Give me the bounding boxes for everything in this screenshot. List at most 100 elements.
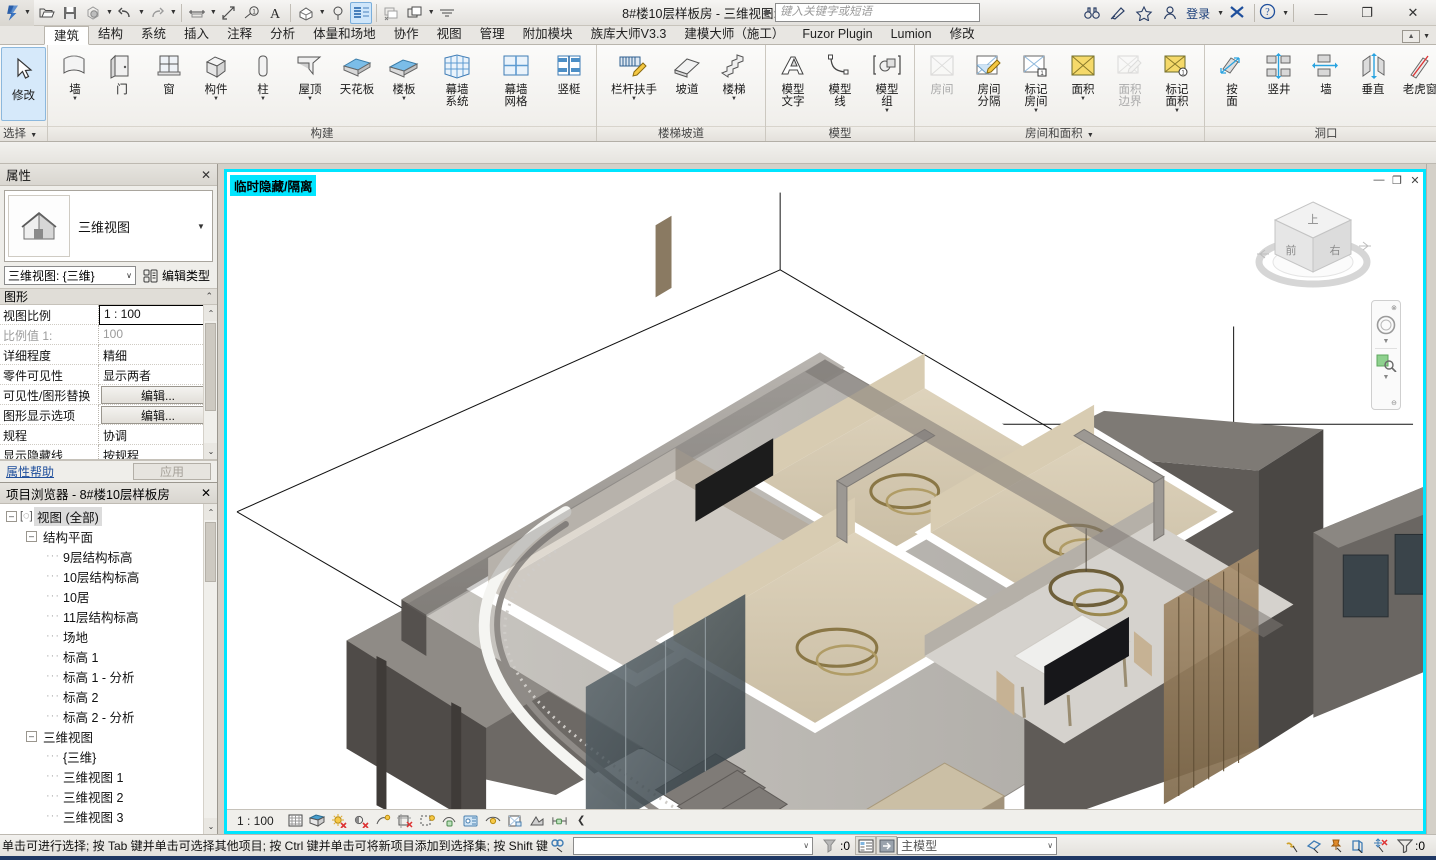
properties-scrollbar[interactable]: ⌃ ⌄ [203,305,217,459]
properties-help-link[interactable]: 属性帮助 [6,463,54,480]
browser-tree-node[interactable]: – 三维视图 [0,726,217,746]
dropdown-caret[interactable]: ▼ [307,96,313,103]
visual-style-icon[interactable] [309,812,326,829]
dropdown-caret[interactable]: ▼ [731,96,737,103]
ribbon-button-vertical-opening[interactable]: 垂直 [1350,47,1396,97]
browser-tree-node[interactable]: ··· 10居 [0,586,217,606]
edit-button[interactable]: 编辑... [101,406,215,424]
crop-view-icon[interactable] [397,812,414,829]
steering-wheel-caret[interactable]: ▼ [1383,338,1390,345]
active-workset-selector[interactable]: 主模型 ∨ [897,836,1058,855]
browser-scrollbar[interactable]: ⌃ ⌄ [203,504,217,834]
ribbon-tab-9[interactable]: 管理 [471,25,514,44]
select-by-face-icon[interactable] [1348,836,1369,855]
browser-tree-node[interactable]: ··· 三维视图 3 [0,806,217,826]
property-value[interactable]: 精细 [99,345,217,365]
property-value[interactable]: 按规程 [99,445,217,459]
ribbon-button-dormer-opening[interactable]: 老虎窗 [1397,47,1436,97]
warnings-indicator[interactable]: :0 [817,838,855,853]
ribbon-button-floor[interactable]: 楼板 ▼ [381,47,427,104]
select-underlay-icon[interactable] [1304,836,1325,855]
ribbon-button-tag-room[interactable]: 1 标记 房间 ▼ [1013,47,1059,116]
browser-scroll-up-icon[interactable]: ⌃ [204,504,217,520]
ribbon-tab-14[interactable]: Lumion [882,25,941,44]
ribbon-button-wall[interactable]: 墙 ▼ [52,47,98,104]
collapse-group-icon[interactable]: ⌃ [205,291,213,302]
aligned-dimension-icon[interactable] [218,2,240,24]
logo-dropdown-caret[interactable]: ▼ [24,9,31,16]
close-button[interactable]: ✕ [1390,0,1436,26]
open-icon[interactable] [36,2,58,24]
browser-tree-node[interactable]: ··· {三维} [0,746,217,766]
worksets-dialog-icon[interactable] [855,836,877,855]
default-3d-view-icon[interactable] [295,2,317,24]
ribbon-button-shaft-opening[interactable]: 竖井 [1256,47,1302,97]
ribbon-tab-0[interactable]: 建筑 [44,26,90,45]
chevron-down-icon[interactable]: ∨ [1047,841,1053,850]
properties-close-icon[interactable]: ✕ [201,168,211,182]
help-icon[interactable]: ? [1259,3,1281,23]
dropdown-caret[interactable]: ▼ [1080,96,1086,103]
sun-path-icon[interactable] [331,812,348,829]
editing-requests-icon[interactable] [876,836,898,855]
ribbon-button-wall-opening[interactable]: 墙 [1303,47,1349,97]
view-close-icon[interactable]: ✕ [1409,174,1421,187]
binoculars-icon[interactable] [1082,3,1102,23]
apply-button[interactable]: 应用 [133,463,211,480]
ribbon-button-ceiling[interactable]: 天花板 [334,47,380,97]
sync-icon[interactable] [82,2,104,24]
type-preview[interactable]: 三维视图 ▼ [4,190,213,262]
detail-level-icon[interactable] [287,812,304,829]
browser-scroll-thumb[interactable] [205,522,216,582]
filter-indicator[interactable]: :0 [1392,838,1430,853]
ribbon-tab-4[interactable]: 注释 [218,25,261,44]
properties-scroll-thumb[interactable] [205,323,216,411]
browser-tree-node[interactable]: ··· 标高 1 - 分析 [0,666,217,686]
text-icon[interactable]: A [264,2,286,24]
dropdown-caret[interactable]: ▼ [1033,108,1039,115]
dropdown-caret[interactable]: ▼ [213,96,219,103]
ribbon-button-column[interactable]: 柱 ▼ [240,47,286,104]
3d-model-canvas[interactable] [227,172,1423,831]
ribbon-button-door[interactable]: 门 [99,47,145,97]
ribbon-button-railing[interactable]: 栏杆扶手 ▼ [605,47,663,104]
dropdown-caret[interactable]: ▼ [260,96,266,103]
ribbon-button-model-text[interactable]: 模型 文字 [770,47,816,109]
view3d-dropdown-caret[interactable]: ▼ [319,9,326,16]
undo-dropdown-caret[interactable]: ▼ [138,9,145,16]
view-cube[interactable]: 上 前 右 [1251,190,1381,300]
tag-icon[interactable]: 1 [241,2,263,24]
tree-expand-icon[interactable]: – [26,730,37,742]
browser-tree-node[interactable]: – 结构平面 [0,526,217,546]
scroll-down-icon[interactable]: ⌄ [204,443,217,459]
browser-tree-node[interactable]: ··· 场地 [0,626,217,646]
minimize-ribbon-icon[interactable]: ▲ [1402,30,1421,43]
exchange-app-icon[interactable] [1228,4,1250,23]
temporary-hide-isolate-icon[interactable] [463,812,480,829]
section-icon[interactable] [327,2,349,24]
save-icon[interactable] [59,2,81,24]
browser-tree-node[interactable]: ··· 三维视图 1 [0,766,217,786]
ribbon-button-area[interactable]: 面积 ▼ [1060,47,1106,104]
thin-lines-icon[interactable] [349,1,372,24]
property-value[interactable]: 显示两者 [99,365,217,385]
close-hidden-windows-icon[interactable] [381,2,403,24]
revit-logo-button[interactable]: ▼ [0,0,34,26]
search-expand-caret[interactable]: ▶ [761,7,775,18]
ribbon-button-curtain-grid[interactable]: 幕墙 网格 [487,47,545,109]
project-browser-close-icon[interactable]: ✕ [201,486,211,500]
view-scale-label[interactable]: 1 : 100 [237,814,274,828]
account-dropdown-caret[interactable]: ▼ [1217,10,1224,17]
chevron-down-icon[interactable]: ∨ [126,271,132,280]
edit-type-button[interactable]: 编辑类型 [140,266,213,285]
star-icon[interactable] [1134,3,1154,23]
view-minimize-icon[interactable]: — [1373,174,1385,187]
tree-expand-icon[interactable]: – [6,510,17,522]
minimize-ribbon-caret[interactable]: ▼ [1423,33,1430,40]
dropdown-caret[interactable]: ▼ [401,96,407,103]
browser-scroll-down-icon[interactable]: ⌄ [204,818,217,834]
property-value[interactable]: 1 : 100 [99,305,217,325]
minimize-button[interactable]: — [1298,0,1344,26]
browser-tree-node[interactable]: – [◌] 视图 (全部) [0,506,217,526]
status-combo[interactable]: ∨ [573,836,814,855]
